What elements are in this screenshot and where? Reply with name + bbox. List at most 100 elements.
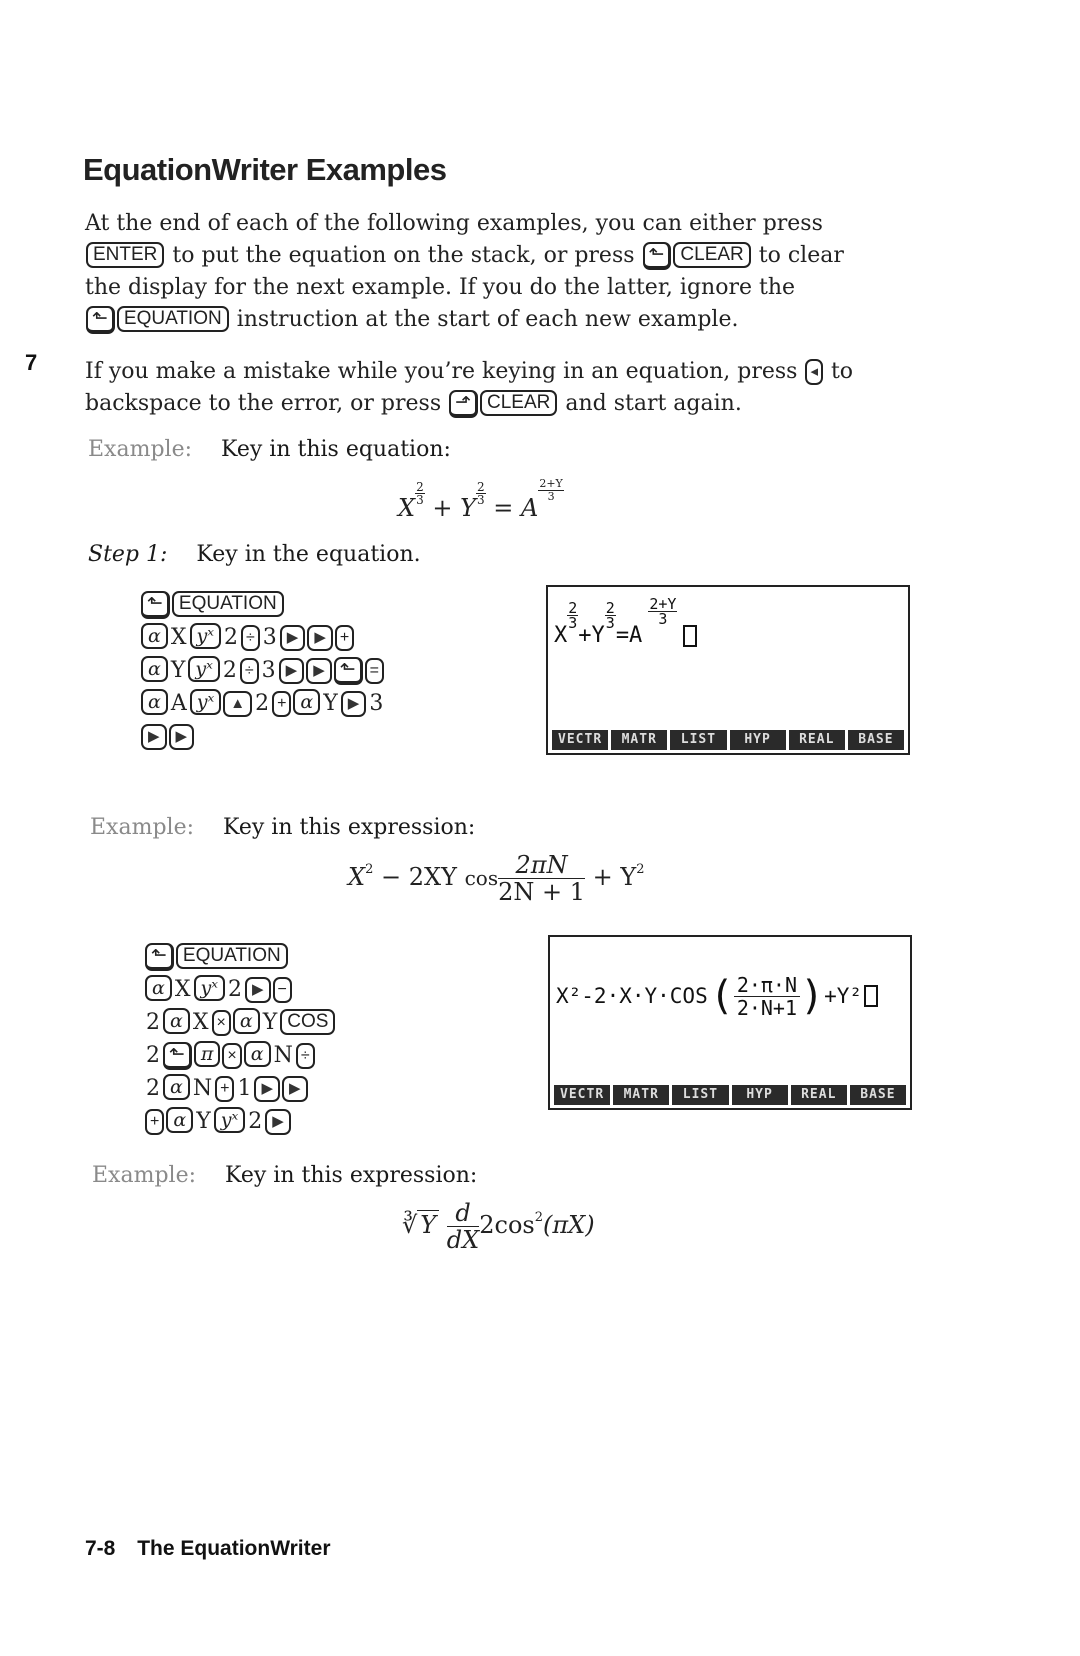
- section-name: The EquationWriter: [137, 1537, 331, 1560]
- softkey-vectr[interactable]: VECTR: [552, 730, 609, 750]
- softkey-hyp[interactable]: HYP: [729, 730, 786, 750]
- mistake-line-1-tail: to: [823, 359, 854, 384]
- formula-var-x: X: [398, 494, 416, 522]
- mistake-paragraph: If you make a mistake while you’re keyin…: [85, 356, 915, 420]
- formula-var-a: A: [521, 494, 539, 522]
- left-shift-key-icon: ⬑: [86, 306, 115, 334]
- clear-key: CLEAR: [673, 242, 751, 268]
- intro-line-2: ENTER to put the equation on the stack, …: [85, 240, 915, 272]
- intro-line-1: At the end of each of the following exam…: [85, 211, 823, 236]
- keystroke-row: ⬑ EQUATION: [144, 940, 336, 973]
- softkey-list[interactable]: LIST: [672, 1085, 729, 1105]
- formula-exponent: 2+Y 3: [538, 477, 564, 503]
- divide-key: ÷: [239, 658, 259, 684]
- keystroke-row: α Ayˣ ▲ 2 + α Y ▶ 3: [140, 687, 385, 720]
- keystroke-row: ⬑ EQUATION: [140, 588, 385, 621]
- plus-key: +: [272, 691, 292, 717]
- alpha-key: α: [166, 1107, 194, 1133]
- alpha-key: α: [141, 623, 168, 649]
- keystroke-row: α Yyˣ 2 ÷ 3 ▶ ▶ ⬑ =: [140, 654, 385, 687]
- softkey-vectr[interactable]: VECTR: [554, 1085, 611, 1105]
- softkey-base[interactable]: BASE: [847, 730, 905, 750]
- mistake-line-2: backspace to the error, or press ⬏ CLEAR …: [85, 388, 915, 420]
- alpha-key: α: [141, 656, 168, 682]
- equation-key: EQUATION: [175, 943, 288, 969]
- alpha-key: α: [232, 1008, 260, 1034]
- screen-display: X 2 3 +Y 2 3 =A 2+Y 3: [554, 597, 698, 648]
- plus-key: +: [215, 1076, 235, 1102]
- formula-var-y: Y: [460, 494, 476, 522]
- keystroke-row: 2 α X × α Y COS: [144, 1006, 336, 1039]
- mistake-line-1: If you make a mistake while you’re keyin…: [85, 356, 915, 388]
- example-instruction: Key in this expression:: [225, 1163, 478, 1188]
- right-arrow-key-icon: ▶: [168, 724, 195, 750]
- keystroke-row: α Xyˣ 2 ÷ 3 ▶ ▶ +: [140, 621, 385, 654]
- mistake-line-1-text: If you make a mistake while you’re keyin…: [85, 359, 805, 384]
- softkey-real[interactable]: REAL: [790, 1085, 847, 1105]
- example-2-formula: X2 − 2XY cos 2πN 2N + 1 + Y2: [348, 851, 645, 906]
- right-arrow-key-icon: ▶: [254, 1076, 280, 1102]
- right-arrow-key-icon: ▶: [306, 658, 332, 684]
- softkey-real[interactable]: REAL: [788, 730, 845, 750]
- alpha-key: α: [243, 1041, 271, 1067]
- right-arrow-key-icon: ▶: [141, 724, 167, 750]
- plus-key: +: [145, 1109, 165, 1135]
- keystroke-row: α Xyˣ 2 ▶ −: [144, 973, 336, 1006]
- right-arrow-key-icon: ▶: [281, 1076, 308, 1102]
- intro-line-4: ⬑ EQUATION instruction at the start of ea…: [85, 304, 915, 336]
- softkey-base[interactable]: BASE: [849, 1085, 907, 1105]
- example-label: Example:: [92, 1163, 196, 1188]
- formula-plus: +: [432, 494, 453, 522]
- chapter-tab-number: 7: [25, 350, 38, 375]
- power-key: yˣ: [193, 975, 225, 1001]
- page-footer: 7-8 The EquationWriter: [85, 1537, 331, 1561]
- example-2-heading: Example: Key in this expression:: [90, 815, 475, 840]
- example-2-keystrokes: ⬑ EQUATION α Xyˣ 2 ▶ − 2 α X × α Y COS 2 ⬑ π × α N ÷ 2 α N +…: [144, 940, 336, 1138]
- right-arrow-key-icon: ▶: [340, 691, 367, 717]
- cursor-icon: [683, 625, 698, 647]
- intro-line-3: the display for the next example. If you…: [85, 275, 796, 300]
- formula-exponent: 23: [475, 480, 486, 507]
- clear-key: CLEAR: [480, 390, 558, 416]
- power-key: yˣ: [189, 623, 221, 649]
- right-arrow-key-icon: ▶: [278, 658, 305, 684]
- step-1-heading: Step 1: Key in the equation.: [88, 542, 421, 567]
- softkey-menu: VECTR MATR LIST HYP REAL BASE: [552, 730, 905, 750]
- left-shift-key-icon: ⬑: [333, 657, 363, 685]
- equation-key: EQUATION: [171, 591, 284, 617]
- right-arrow-key-icon: ▶: [279, 625, 306, 651]
- step-text: Key in the equation.: [196, 542, 421, 567]
- calculator-screen-1: X 2 3 +Y 2 3 =A 2+Y 3 VECTR MATR LIST HYP REAL B…: [546, 585, 910, 755]
- right-shift-key-icon: ⬏: [449, 390, 478, 418]
- intro-line-4-text: instruction at the start of each new exa…: [229, 307, 739, 332]
- example-3-heading: Example: Key in this expression:: [92, 1163, 477, 1188]
- backspace-key-icon: ◂: [805, 359, 823, 385]
- step-label: Step 1:: [88, 542, 168, 567]
- divide-key: ÷: [241, 625, 260, 651]
- intro-paragraph: At the end of each of the following exam…: [85, 208, 915, 336]
- keystroke-row: 2 ⬑ π × α N ÷: [144, 1039, 336, 1072]
- times-key: ×: [211, 1010, 231, 1036]
- keystroke-row: + α Yyˣ 2 ▶: [144, 1105, 336, 1138]
- mistake-line-2-tail: and start again.: [558, 391, 742, 416]
- example-instruction: Key in this expression:: [223, 815, 476, 840]
- alpha-key: α: [145, 975, 172, 1001]
- example-1-heading: Example: Key in this equation:: [88, 437, 451, 462]
- example-3-formula: ∛ Y d dX 2cos2(πX): [402, 1199, 595, 1254]
- softkey-list[interactable]: LIST: [670, 730, 727, 750]
- example-label: Example:: [88, 437, 192, 462]
- right-arrow-key-icon: ▶: [307, 625, 333, 651]
- page-number: 7-8: [85, 1537, 116, 1560]
- softkey-matr[interactable]: MATR: [611, 730, 668, 750]
- keystroke-row: ▶ ▶: [140, 720, 385, 753]
- softkey-matr[interactable]: MATR: [613, 1085, 670, 1105]
- softkey-hyp[interactable]: HYP: [731, 1085, 788, 1105]
- cos-key: COS: [280, 1009, 336, 1035]
- page-title: EquationWriter Examples: [83, 152, 447, 187]
- equals-key: =: [364, 658, 384, 684]
- alpha-key: α: [293, 689, 321, 715]
- power-key: yˣ: [189, 689, 222, 715]
- left-shift-key-icon: ⬑: [145, 943, 174, 971]
- divide-key: ÷: [295, 1043, 315, 1069]
- left-shift-key-icon: ⬑: [642, 242, 672, 270]
